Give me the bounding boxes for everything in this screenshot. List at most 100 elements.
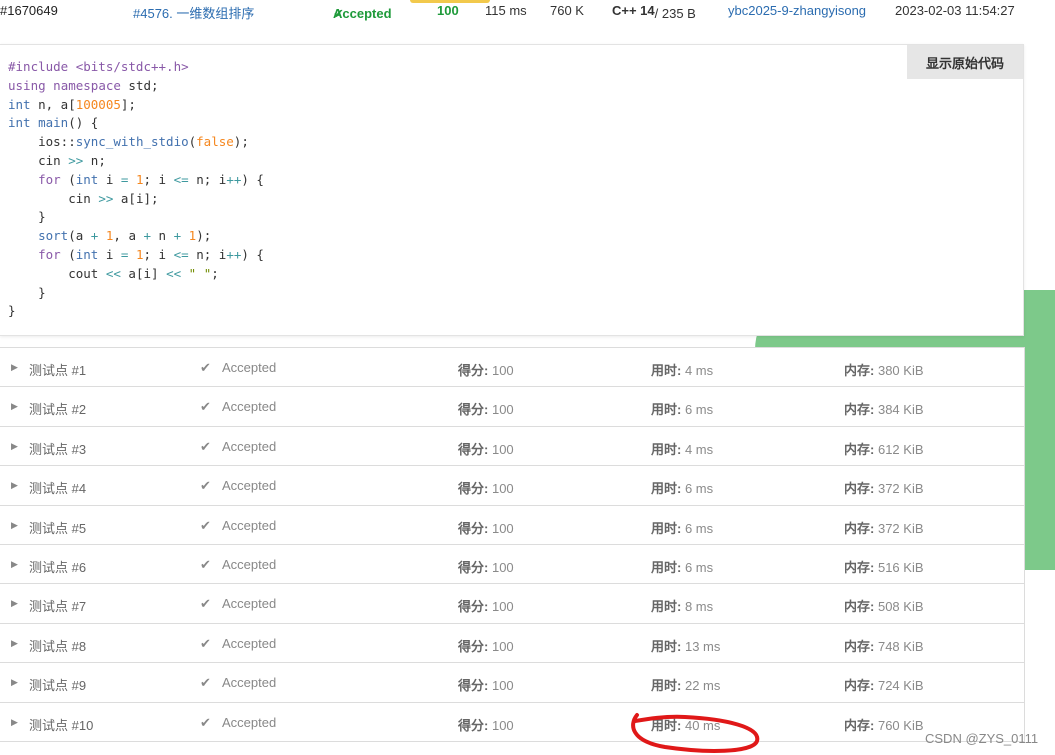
test-case-memory: 内存: 508 KiB <box>844 596 924 615</box>
code-line-8: cin >> a[i]; <box>8 190 159 206</box>
test-case-row[interactable]: ▶ 测试点 #6 ✔ Accepted 得分: 100 用时: 6 ms 内存: 516 K… <box>0 545 1024 585</box>
caret-right-icon[interactable]: ▶ <box>11 520 18 531</box>
time-value: 4 ms <box>684 363 714 378</box>
problem-link[interactable]: #4576. 一维数组排序 <box>133 3 254 22</box>
submission-id[interactable]: #1670649 <box>0 3 58 18</box>
code-line-7: for (int i = 1; i <= n; i++) { <box>38 171 264 187</box>
test-case-memory: 内存: 760 KiB <box>844 715 924 734</box>
test-case-memory: 内存: 612 KiB <box>844 439 924 458</box>
test-case-time: 用时: 22 ms <box>651 675 720 694</box>
memory-value: 612 KiB <box>877 441 924 457</box>
caret-right-icon[interactable]: ▶ <box>11 480 18 491</box>
test-case-name: 测试点 #7 <box>29 599 87 615</box>
test-case-row[interactable]: ▶ 测试点 #2 ✔ Accepted 得分: 100 用时: 6 ms 内存: 384 K… <box>0 387 1024 427</box>
time-value: 6 ms <box>684 520 714 536</box>
test-case-row[interactable]: ▶ 测试点 #5 ✔ Accepted 得分: 100 用时: 6 ms 内存: 372 K… <box>0 506 1024 545</box>
check-icon: ✔ <box>200 556 211 572</box>
caret-right-icon[interactable]: ▶ <box>11 559 18 570</box>
score-value: 100 <box>491 402 514 418</box>
memory-value: 372 KiB <box>877 481 924 497</box>
caret-right-icon[interactable]: ▶ <box>11 401 18 412</box>
code-line-2: using namespace std; <box>8 77 159 93</box>
score-label: 得分: <box>458 520 489 536</box>
caret-right-icon[interactable]: ▶ <box>11 638 18 649</box>
test-case-status: Accepted <box>222 596 277 612</box>
score-label: 得分: <box>458 441 489 457</box>
memory-label: 内存: <box>844 402 875 418</box>
code-line-6: cin >> n; <box>8 152 106 168</box>
score-label: 得分: <box>458 638 489 654</box>
test-case-score: 得分: 100 <box>458 518 514 537</box>
caret-right-icon[interactable]: ▶ <box>11 441 18 452</box>
code-line-9: } <box>8 209 46 225</box>
caret-right-icon[interactable]: ▶ <box>11 362 18 373</box>
time-label: 用时: <box>651 363 682 378</box>
test-case-row[interactable]: ▶ 测试点 #9 ✔ Accepted 得分: 100 用时: 22 ms 内存: 724 … <box>0 663 1024 703</box>
test-case-score: 得分: 100 <box>458 478 514 497</box>
check-icon: ✔ <box>200 714 211 730</box>
show-raw-code-button[interactable]: 显示原始代码 <box>907 45 1023 79</box>
memory-label: 内存: <box>844 363 875 378</box>
memory-label: 内存: <box>844 559 875 575</box>
test-case-name: 测试点 #8 <box>29 638 87 654</box>
test-case-row[interactable]: ▶ 测试点 #10 ✔ Accepted 得分: 100 用时: 40 ms 内存: 760… <box>0 703 1024 741</box>
test-case-row[interactable]: ▶ 测试点 #8 ✔ Accepted 得分: 100 用时: 13 ms 内存: 748 … <box>0 624 1024 664</box>
submitter-link[interactable]: ybc2025-9-zhangyisong <box>728 3 866 18</box>
submission-memory: 760 K <box>550 3 584 18</box>
submission-language: C++ 14 / 235 B <box>612 3 696 21</box>
test-case-status: Accepted <box>222 675 277 691</box>
score-value: 100 <box>491 559 514 575</box>
time-value: 6 ms <box>684 402 714 418</box>
code-line-3: int n, a[100005]; <box>8 96 136 112</box>
memory-value: 384 KiB <box>877 402 924 418</box>
time-value: 13 ms <box>684 638 721 654</box>
test-case-time: 用时: 6 ms <box>651 399 713 418</box>
score-value: 100 <box>491 520 514 536</box>
time-value: 40 ms <box>684 717 721 733</box>
test-case-status: Accepted <box>222 478 277 494</box>
test-case-time: 用时: 6 ms <box>651 478 713 497</box>
code-line-1: #include <bits/stdc++.h> <box>8 59 189 74</box>
watermark: CSDN @ZYS_0111 <box>925 731 1039 746</box>
test-case-time: 用时: 6 ms <box>651 518 713 537</box>
test-case-row[interactable]: ▶ 测试点 #4 ✔ Accepted 得分: 100 用时: 6 ms 内存: 372 K… <box>0 466 1024 506</box>
test-case-row[interactable]: ▶ 测试点 #1 ✔ Accepted 得分: 100 用时: 4 ms 内存: 380 K… <box>0 348 1024 388</box>
memory-value: 748 KiB <box>877 638 924 654</box>
score-label: 得分: <box>458 678 489 694</box>
decorative-green-shape-edge <box>1024 330 1055 570</box>
caret-right-icon[interactable]: ▶ <box>11 677 18 688</box>
time-label: 用时: <box>651 678 682 694</box>
submission-status-text: Accepted <box>333 6 392 21</box>
score-value: 100 <box>491 678 514 694</box>
time-value: 6 ms <box>684 481 714 497</box>
test-case-row[interactable]: ▶ 测试点 #3 ✔ Accepted 得分: 100 用时: 4 ms 内存: 612 K… <box>0 427 1024 467</box>
test-case-memory: 内存: 372 KiB <box>844 478 924 497</box>
submission-date: 2023-02-03 11:54:27 <box>895 3 1015 18</box>
test-case-score: 得分: 100 <box>458 360 514 379</box>
test-case-name: 测试点 #4 <box>29 481 87 497</box>
code-line-11: for (int i = 1; i <= n; i++) { <box>38 246 264 262</box>
time-label: 用时: <box>651 402 682 418</box>
score-value: 100 <box>491 363 514 378</box>
time-label: 用时: <box>651 638 682 654</box>
check-icon: ✔ <box>200 517 211 533</box>
submission-time: 115 ms <box>485 3 527 18</box>
test-case-memory: 内存: 748 KiB <box>844 636 924 655</box>
code-line-5: ios::sync_with_stdio(false); <box>8 134 249 150</box>
code-line-10: sort(a + 1, a + n + 1); <box>38 228 212 244</box>
test-case-row[interactable]: ▶ 测试点 #7 ✔ Accepted 得分: 100 用时: 8 ms 内存: 508 K… <box>0 584 1024 624</box>
test-case-name: 测试点 #9 <box>29 678 87 694</box>
check-icon: ✔ <box>200 635 211 651</box>
memory-label: 内存: <box>844 520 875 536</box>
caret-right-icon[interactable]: ▶ <box>11 717 18 728</box>
test-case-status: Accepted <box>222 438 277 454</box>
test-case-score: 得分: 100 <box>458 399 514 418</box>
test-case-name: 测试点 #6 <box>29 559 87 575</box>
memory-label: 内存: <box>844 441 875 457</box>
language-name: C++ 14 <box>612 3 655 18</box>
caret-right-icon[interactable]: ▶ <box>11 598 18 609</box>
test-case-status: Accepted <box>222 714 277 730</box>
code-line-4: int main() { <box>8 115 99 131</box>
test-case-score: 得分: 100 <box>458 675 514 694</box>
code-line-14: } <box>8 303 16 319</box>
